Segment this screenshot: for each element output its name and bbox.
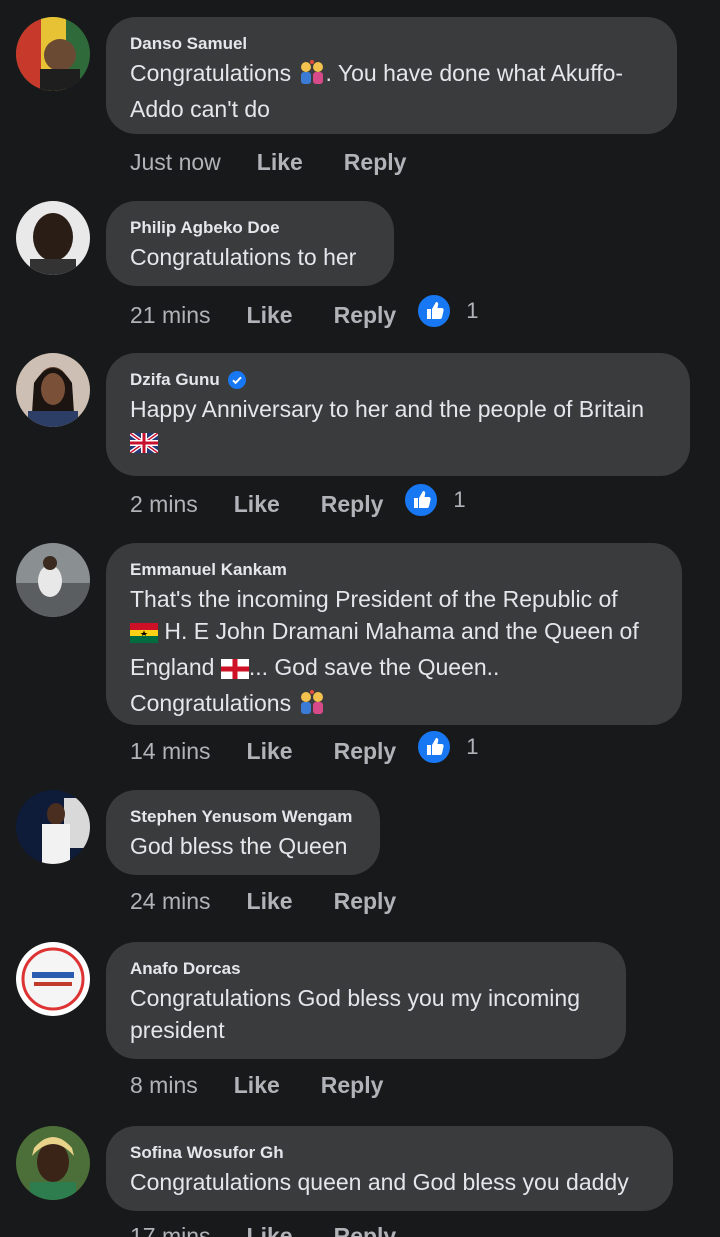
reply-button[interactable]: Reply <box>334 1223 397 1237</box>
reply-button[interactable]: Reply <box>344 149 407 176</box>
like-button[interactable]: Like <box>257 149 303 176</box>
uk-flag-emoji-icon <box>128 429 160 461</box>
verified-badge-icon <box>227 371 246 389</box>
comment-bubble: Emmanuel Kankam That's the incoming Pres… <box>106 543 682 725</box>
comment-actions: Just now Like Reply <box>130 149 447 176</box>
comment-bubble: Anafo Dorcas Congratulations God bless y… <box>106 942 626 1059</box>
like-button[interactable]: Like <box>247 1223 293 1237</box>
comment-bubble: Danso Samuel Congratulations . You have … <box>106 17 677 134</box>
comment-bubble: Sofina Wosufor Gh Congratulations queen … <box>106 1126 673 1211</box>
comment-timestamp[interactable]: 8 mins <box>130 1072 198 1099</box>
reply-button[interactable]: Reply <box>334 738 397 765</box>
comment-timestamp[interactable]: Just now <box>130 149 221 176</box>
comment-timestamp[interactable]: 21 mins <box>130 302 211 329</box>
comment-text: God bless the Queen <box>130 833 348 859</box>
ghana-flag-emoji-icon <box>130 619 158 651</box>
comment-bubble: Philip Agbeko Doe Congratulations to her <box>106 201 394 286</box>
reaction-summary[interactable]: 1 <box>403 482 466 518</box>
comment-text: That's the incoming President of the Rep… <box>130 583 658 723</box>
avatar[interactable] <box>16 790 90 864</box>
comment-text: Happy Anniversary to her and the people … <box>128 393 666 461</box>
comment-actions: 14 mins Like Reply 1 <box>130 729 478 765</box>
avatar[interactable] <box>16 201 90 275</box>
comment-author[interactable]: Anafo Dorcas <box>130 958 602 980</box>
comment-author[interactable]: Danso Samuel <box>130 33 653 55</box>
like-button[interactable]: Like <box>234 491 280 518</box>
avatar[interactable] <box>16 353 90 427</box>
comment-author[interactable]: Emmanuel Kankam <box>130 559 658 581</box>
comment-text: Congratulations God bless you my incomin… <box>130 985 587 1043</box>
avatar[interactable] <box>16 1126 90 1200</box>
comment-author[interactable]: Dzifa Gunu <box>130 369 666 391</box>
reply-button[interactable]: Reply <box>321 491 384 518</box>
like-button[interactable]: Like <box>247 738 293 765</box>
reaction-count: 1 <box>466 734 479 759</box>
reaction-count: 1 <box>466 298 479 323</box>
reply-button[interactable]: Reply <box>334 888 397 915</box>
comment-author[interactable]: Sofina Wosufor Gh <box>130 1142 649 1164</box>
england-flag-emoji-icon <box>220 655 249 687</box>
comments-feed: Danso Samuel Congratulations . You have … <box>0 0 720 1237</box>
comment-actions: 21 mins Like Reply 1 <box>130 293 478 329</box>
comment-actions: 17 mins Like Reply <box>130 1223 437 1237</box>
like-button[interactable]: Like <box>234 1072 280 1099</box>
comment-actions: 2 mins Like Reply 1 <box>130 482 466 518</box>
comment-actions: 8 mins Like Reply <box>130 1072 424 1099</box>
comment-actions: 24 mins Like Reply <box>130 888 437 915</box>
avatar[interactable] <box>16 543 90 617</box>
avatar[interactable] <box>16 942 90 1016</box>
comment-timestamp[interactable]: 17 mins <box>130 1223 211 1237</box>
comment-timestamp[interactable]: 2 mins <box>130 491 198 518</box>
comment-author[interactable]: Philip Agbeko Doe <box>130 217 370 239</box>
comment-text: Congratulations . You have done what Aku… <box>130 59 624 122</box>
comment-text: Congratulations to her <box>130 244 357 270</box>
comment-text: Congratulations queen and God bless you … <box>130 1169 629 1195</box>
avatar[interactable] <box>16 17 90 91</box>
reaction-count: 1 <box>453 487 466 512</box>
party-emoji-icon <box>298 59 326 93</box>
like-button[interactable]: Like <box>247 302 293 329</box>
thumbs-up-icon <box>416 729 453 765</box>
comment-author[interactable]: Stephen Yenusom Wengam <box>130 806 356 828</box>
thumbs-up-icon <box>403 482 440 518</box>
comment-bubble: Stephen Yenusom Wengam God bless the Que… <box>106 790 380 875</box>
reply-button[interactable]: Reply <box>321 1072 384 1099</box>
comment-timestamp[interactable]: 24 mins <box>130 888 211 915</box>
reply-button[interactable]: Reply <box>334 302 397 329</box>
like-button[interactable]: Like <box>247 888 293 915</box>
reaction-summary[interactable]: 1 <box>416 729 478 765</box>
reaction-summary[interactable]: 1 <box>416 293 478 329</box>
comment-bubble: Dzifa Gunu Happy Anniversary to her and … <box>106 353 690 476</box>
thumbs-up-icon <box>416 293 453 329</box>
comment-timestamp[interactable]: 14 mins <box>130 738 211 765</box>
party-emoji-icon <box>298 689 326 723</box>
